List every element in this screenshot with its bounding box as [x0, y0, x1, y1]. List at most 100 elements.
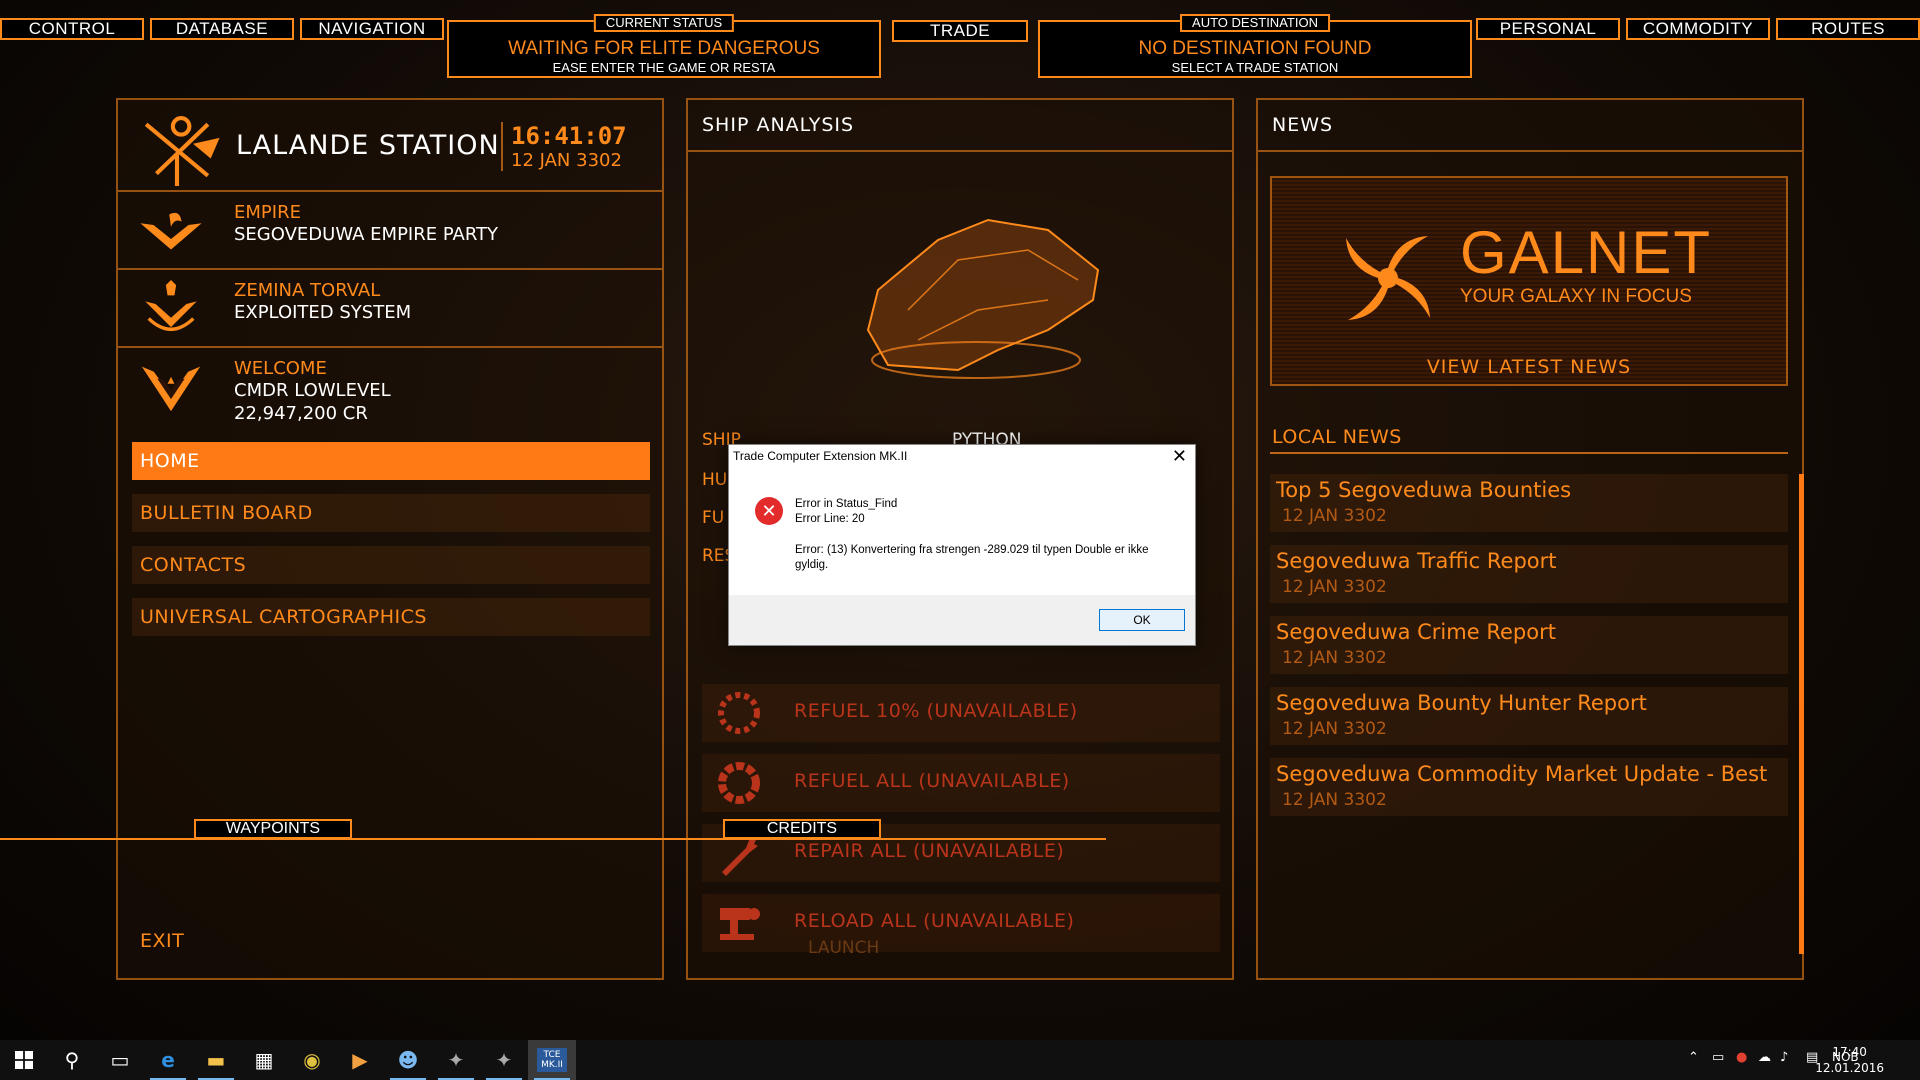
galnet-wordmark: GALNET: [1460, 219, 1713, 286]
tab-control[interactable]: CONTROL: [0, 18, 144, 40]
tab-credits[interactable]: CREDITS: [723, 819, 881, 839]
faction-row: EMPIRE SEGOVEDUWA EMPIRE PARTY: [118, 194, 662, 270]
chevron-up-icon[interactable]: ⌃: [1688, 1050, 1699, 1065]
news-scrollbar[interactable]: [1799, 474, 1804, 954]
current-status-text: WAITING FOR ELITE DANGEROUS: [508, 38, 820, 59]
menu-home[interactable]: HOME: [132, 442, 650, 480]
tab-commodity[interactable]: COMMODITY: [1626, 18, 1770, 40]
news-date: 12 JAN 3302: [1282, 719, 1387, 739]
welcome-row: WELCOME CMDR LOWLEVEL 22,947,200 CR: [118, 350, 662, 430]
ship-hologram: [866, 218, 1100, 379]
dialog-title: Trade Computer Extension MK.II: [733, 449, 908, 463]
tab-database[interactable]: DATABASE: [150, 18, 294, 40]
news-item[interactable]: Segoveduwa Commodity Market Update - Bes…: [1270, 758, 1788, 816]
refuel-all-button[interactable]: REFUEL ALL (UNAVAILABLE): [702, 754, 1220, 812]
galnet-tagline: YOUR GALAXY IN FOCUS: [1460, 286, 1692, 307]
ok-button[interactable]: OK: [1099, 609, 1185, 631]
auto-destination-label: AUTO DESTINATION: [1180, 14, 1330, 32]
divider: [688, 150, 1232, 152]
news-headline: Segoveduwa Commodity Market Update - Bes…: [1276, 762, 1768, 786]
tab-trade[interactable]: TRADE: [892, 20, 1028, 42]
people-app-icon[interactable]: ☻: [384, 1040, 432, 1080]
news-headline: Segoveduwa Crime Report: [1276, 620, 1556, 644]
volume-icon[interactable]: ♪: [1780, 1050, 1788, 1065]
elite-game-icon[interactable]: ✦: [480, 1040, 528, 1080]
news-date: 12 JAN 3302: [1282, 790, 1387, 810]
menu-exit[interactable]: EXIT: [132, 922, 650, 960]
start-icon[interactable]: [0, 1040, 48, 1080]
news-headline: Segoveduwa Bounty Hunter Report: [1276, 691, 1647, 715]
dialog-footer: OK: [729, 595, 1195, 645]
tab-waypoints[interactable]: WAYPOINTS: [194, 819, 352, 839]
store-icon[interactable]: ▦: [240, 1040, 288, 1080]
bottom-rule: [0, 838, 1106, 840]
error-dialog: Trade Computer Extension MK.II ✕ ✕ Error…: [728, 444, 1196, 646]
station-name: LALANDE STATION: [236, 130, 500, 161]
reload-all-button[interactable]: RELOAD ALL (UNAVAILABLE): [702, 894, 1220, 952]
tab-personal[interactable]: PERSONAL: [1476, 18, 1620, 40]
edge-browser-icon[interactable]: e: [144, 1040, 192, 1080]
ammo-icon: [720, 908, 760, 940]
repair-all-label: REPAIR ALL (UNAVAILABLE): [794, 840, 1065, 862]
network-icon[interactable]: ▭: [1712, 1050, 1724, 1065]
news-item[interactable]: Segoveduwa Bounty Hunter Report 12 JAN 3…: [1270, 687, 1788, 745]
hull-label: HU: [702, 470, 728, 490]
taskbar-clock[interactable]: 17:40 12.01.2016: [1815, 1044, 1884, 1076]
search-icon[interactable]: ⚲: [48, 1040, 96, 1080]
auto-destination-box: AUTO DESTINATION NO DESTINATION FOUND SE…: [1038, 14, 1472, 78]
current-status-box: CURRENT STATUS WAITING FOR ELITE DANGERO…: [447, 14, 881, 78]
news-date: 12 JAN 3302: [1282, 506, 1387, 526]
tab-navigation[interactable]: NAVIGATION: [300, 18, 444, 40]
fuel-label: FU: [702, 508, 725, 528]
station-services-icon: [144, 116, 220, 186]
view-latest-news-link[interactable]: VIEW LATEST NEWS: [1272, 356, 1786, 378]
news-title: NEWS: [1272, 114, 1334, 136]
clock-time: 16:41:07: [511, 122, 627, 150]
refuel-all-icon: [718, 762, 760, 804]
refuel-10-button[interactable]: REFUEL 10% (UNAVAILABLE): [702, 684, 1220, 742]
refuel-10-label: REFUEL 10% (UNAVAILABLE): [794, 700, 1078, 722]
file-explorer-icon[interactable]: ▬: [192, 1040, 240, 1080]
current-status-subtext: EASE ENTER THE GAME OR RESTA: [552, 60, 776, 75]
media-player-icon[interactable]: ▶: [336, 1040, 384, 1080]
antivirus-icon[interactable]: ●: [1736, 1050, 1747, 1065]
galnet-banner[interactable]: GALNET YOUR GALAXY IN FOCUS VIEW LATEST …: [1270, 176, 1788, 386]
news-item[interactable]: Top 5 Segoveduwa Bounties 12 JAN 3302: [1270, 474, 1788, 532]
launch-label[interactable]: LAUNCH: [808, 938, 879, 958]
menu-bulletin-board[interactable]: BULLETIN BOARD: [132, 494, 650, 532]
news-date: 12 JAN 3302: [1282, 648, 1387, 668]
taskbar: ⚲ ▭ e ▬ ▦ ◉ ▶ ☻ ✦ ✦ TCE MK.II ⌃ ▭ ● ☁ ♪ …: [0, 1040, 1920, 1080]
current-status-label: CURRENT STATUS: [593, 14, 735, 32]
news-headline: Top 5 Segoveduwa Bounties: [1276, 478, 1572, 502]
tab-routes[interactable]: ROUTES: [1776, 18, 1920, 40]
station-header: LALANDE STATION 16:41:07 12 JAN 3302: [118, 100, 662, 192]
galnet-logo-icon: [1346, 236, 1430, 320]
elite-launcher-icon[interactable]: ✦: [432, 1040, 480, 1080]
taskbar-time: 17:40: [1832, 1045, 1867, 1059]
tce-app-label: TCE MK.II: [537, 1048, 567, 1072]
news-headline: Segoveduwa Traffic Report: [1276, 549, 1557, 573]
refuel-partial-icon: [718, 692, 760, 734]
chrome-icon[interactable]: ◉: [288, 1040, 336, 1080]
news-item[interactable]: Segoveduwa Crime Report 12 JAN 3302: [1270, 616, 1788, 674]
tce-app-icon[interactable]: TCE MK.II: [528, 1040, 576, 1080]
close-icon[interactable]: ✕: [1172, 446, 1187, 467]
news-date: 12 JAN 3302: [1282, 577, 1387, 597]
news-item[interactable]: Segoveduwa Traffic Report 12 JAN 3302: [1270, 545, 1788, 603]
reload-all-label: RELOAD ALL (UNAVAILABLE): [794, 910, 1075, 932]
rank-emblem-icon: [141, 366, 201, 412]
menu-contacts[interactable]: CONTACTS: [132, 546, 650, 584]
faction-party: SEGOVEDUWA EMPIRE PARTY: [234, 224, 499, 245]
error-icon: ✕: [755, 497, 783, 525]
auto-destination-subtext: SELECT A TRADE STATION: [1171, 60, 1339, 75]
dialog-line-3: Error: (13) Konvertering fra strengen -2…: [795, 544, 1149, 571]
refuel-all-label: REFUEL ALL (UNAVAILABLE): [794, 770, 1070, 792]
credits-balance: 22,947,200 CR: [234, 403, 368, 424]
menu-universal-cartographics[interactable]: UNIVERSAL CARTOGRAPHICS: [132, 598, 650, 636]
dialog-line-1: Error in Status_Find: [795, 498, 898, 510]
clock-date: 12 JAN 3302: [511, 150, 622, 171]
task-view-icon[interactable]: ▭: [96, 1040, 144, 1080]
onedrive-icon[interactable]: ☁: [1758, 1050, 1771, 1065]
system-state: EXPLOITED SYSTEM: [234, 302, 412, 323]
news-panel: NEWS GALNET YOUR GALAXY IN FOCUS VIEW LA…: [1256, 98, 1804, 980]
